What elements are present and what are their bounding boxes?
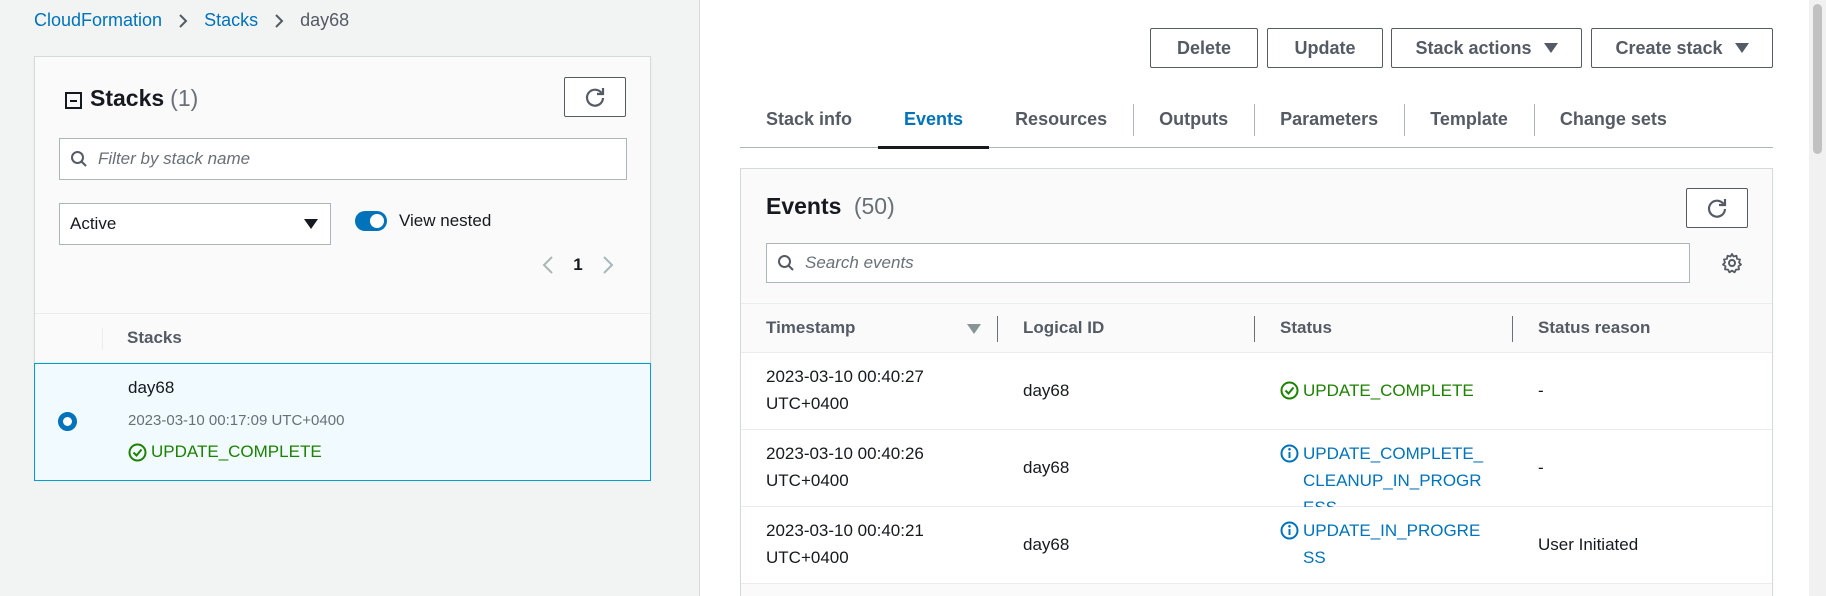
search-icon xyxy=(71,151,87,167)
stacks-panel-header: Stacks (1) xyxy=(65,85,198,112)
stack-created-date: 2023-03-10 00:17:09 UTC+0400 xyxy=(128,412,345,429)
column-header-timestamp[interactable]: Timestamp xyxy=(766,318,855,338)
page-number[interactable]: 1 xyxy=(563,255,593,275)
stack-status: UPDATE_COMPLETE xyxy=(128,442,322,462)
stacks-refresh-button[interactable] xyxy=(564,77,626,117)
table-row: 2023-03-10 00:40:26 UTC+0400 day68 UPDAT… xyxy=(741,430,1772,517)
caret-down-icon xyxy=(1543,43,1558,53)
event-status-reason: User Initiated xyxy=(1538,535,1639,554)
breadcrumb: CloudFormation Stacks day68 xyxy=(34,10,349,31)
sort-descending-icon[interactable] xyxy=(967,324,981,334)
event-status-reason: - xyxy=(1538,381,1544,400)
delete-button[interactable]: Delete xyxy=(1150,28,1258,68)
breadcrumb-current: day68 xyxy=(300,10,350,30)
success-check-icon xyxy=(128,443,147,462)
view-nested-toggle-group: View nested xyxy=(355,211,491,231)
events-table-header: Timestamp Logical ID Status Status reaso… xyxy=(741,303,1772,353)
event-logical-id: day68 xyxy=(1023,535,1070,554)
tab-events[interactable]: Events xyxy=(878,92,990,149)
events-table: Timestamp Logical ID Status Status reaso… xyxy=(741,303,1772,584)
update-button[interactable]: Update xyxy=(1267,28,1383,68)
breadcrumb-cloudformation[interactable]: CloudFormation xyxy=(34,10,162,31)
tab-outputs[interactable]: Outputs xyxy=(1133,92,1254,148)
event-status: UPDATE_COMPLETE xyxy=(1280,377,1490,404)
stack-select-radio[interactable] xyxy=(58,412,77,431)
events-count: (50) xyxy=(853,193,895,219)
refresh-icon xyxy=(1707,199,1727,218)
chevron-right-icon xyxy=(176,13,190,28)
caret-down-icon xyxy=(304,219,318,229)
stacks-column-header: Stacks xyxy=(127,328,182,347)
stack-actions-label: Stack actions xyxy=(1415,37,1532,58)
collapse-icon[interactable] xyxy=(65,92,82,109)
stack-actions-button[interactable]: Stack actions xyxy=(1391,28,1582,68)
tab-change-sets[interactable]: Change sets xyxy=(1533,92,1693,148)
event-timestamp: 2023-03-10 00:40:21 UTC+0400 xyxy=(766,521,924,567)
stacks-table-header: Stacks xyxy=(35,313,650,363)
table-row: 2023-03-10 00:40:27 UTC+0400 day68 UPDAT… xyxy=(741,353,1772,430)
tab-template[interactable]: Template xyxy=(1404,92,1534,148)
view-nested-toggle[interactable] xyxy=(355,211,387,231)
column-divider xyxy=(1512,316,1513,342)
caret-down-icon xyxy=(1734,43,1749,53)
event-logical-id: day68 xyxy=(1023,381,1070,400)
tab-parameters[interactable]: Parameters xyxy=(1254,92,1404,148)
success-check-icon xyxy=(1280,381,1299,400)
view-nested-label: View nested xyxy=(399,211,492,230)
stack-filter-field[interactable] xyxy=(98,149,598,169)
stack-status-text: UPDATE_COMPLETE xyxy=(151,442,322,461)
tab-resources[interactable]: Resources xyxy=(989,92,1133,148)
info-icon xyxy=(1280,444,1299,463)
stack-filter-input[interactable] xyxy=(59,138,627,180)
column-divider xyxy=(1254,316,1255,342)
update-button-label: Update xyxy=(1294,37,1356,58)
create-stack-button[interactable]: Create stack xyxy=(1591,28,1773,68)
column-divider xyxy=(102,328,103,350)
status-filter-value: Active xyxy=(70,214,117,233)
scrollbar-thumb[interactable] xyxy=(1813,4,1822,154)
status-filter-select[interactable]: Active xyxy=(59,203,331,245)
stacks-count: (1) xyxy=(170,85,199,111)
pagination: 1 xyxy=(533,255,623,275)
events-search-field[interactable] xyxy=(805,253,1665,273)
info-icon xyxy=(1280,521,1299,540)
stacks-panel: Stacks (1) Active View nested xyxy=(34,56,651,481)
delete-button-label: Delete xyxy=(1176,37,1232,58)
search-icon xyxy=(778,255,794,271)
stack-detail-pane: Delete Update Stack actions Create stack… xyxy=(701,0,1809,596)
breadcrumb-stacks[interactable]: Stacks xyxy=(204,10,258,31)
tab-stack-info[interactable]: Stack info xyxy=(740,92,878,148)
refresh-icon xyxy=(585,88,605,107)
column-header-status-reason[interactable]: Status reason xyxy=(1538,318,1650,338)
events-search-input[interactable] xyxy=(766,243,1690,283)
event-timestamp: 2023-03-10 00:40:26 UTC+0400 xyxy=(766,444,924,490)
events-panel: Events (50) Timestamp xyxy=(740,168,1773,596)
stack-row[interactable]: day68 2023-03-10 00:17:09 UTC+0400 UPDAT… xyxy=(34,363,651,481)
stack-name[interactable]: day68 xyxy=(128,378,174,398)
create-stack-label: Create stack xyxy=(1615,37,1723,58)
table-row: 2023-03-10 00:40:21 UTC+0400 day68 UPDAT… xyxy=(741,507,1772,584)
next-page-icon[interactable] xyxy=(593,255,623,275)
events-refresh-button[interactable] xyxy=(1686,188,1748,228)
event-status-text: UPDATE_IN_PROGRESS xyxy=(1303,521,1481,567)
event-logical-id: day68 xyxy=(1023,458,1070,477)
page-scrollbar[interactable] xyxy=(1809,0,1826,596)
prev-page-icon[interactable] xyxy=(533,255,563,275)
event-status-text: UPDATE_COMPLETE xyxy=(1303,381,1474,400)
column-header-logical-id[interactable]: Logical ID xyxy=(1023,318,1104,338)
stacks-panel-title: Stacks xyxy=(90,85,165,111)
event-status-reason: - xyxy=(1538,458,1544,477)
column-divider xyxy=(997,316,998,342)
events-panel-header: Events (50) xyxy=(766,193,895,220)
gear-icon[interactable] xyxy=(1721,252,1743,274)
events-title: Events xyxy=(766,193,842,219)
chevron-right-icon xyxy=(272,13,286,28)
event-timestamp: 2023-03-10 00:40:27 UTC+0400 xyxy=(766,367,924,413)
stack-tabs: Stack info Events Resources Outputs Para… xyxy=(740,92,1773,149)
column-header-status[interactable]: Status xyxy=(1280,318,1332,338)
event-status: UPDATE_IN_PROGRESS xyxy=(1280,517,1490,571)
stacks-list-pane: CloudFormation Stacks day68 Stacks (1) F… xyxy=(0,0,700,596)
